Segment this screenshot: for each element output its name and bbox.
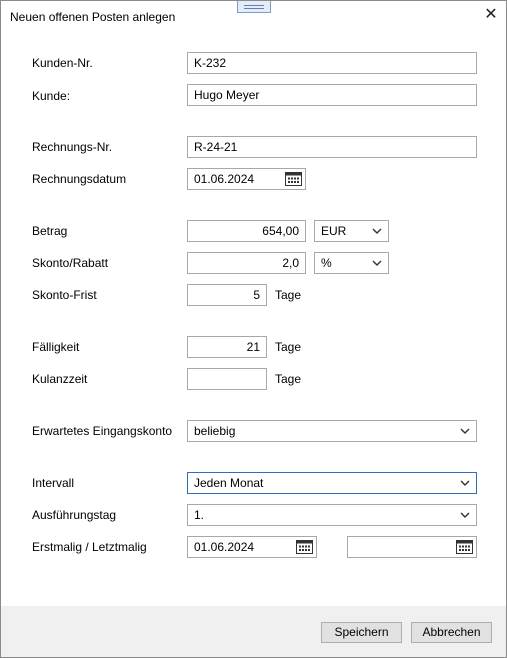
currency-select[interactable]: EUR [314,220,389,242]
label-eingangskonto: Erwartetes Eingangskonto [32,424,173,438]
rechnungsdatum-value: 01.06.2024 [194,172,255,186]
label-skonto: Skonto/Rabatt [32,256,109,270]
faelligkeit-unit: Tage [275,340,302,354]
kunden-nr-input[interactable]: K-232 [187,52,477,74]
skonto-unit-value: % [321,256,332,270]
erstmalig-value: 01.06.2024 [194,540,255,554]
label-kunden-nr: Kunden-Nr. [32,56,93,70]
label-rechnungsdatum: Rechnungsdatum [32,172,127,186]
calendar-icon[interactable] [456,540,473,554]
ausfuehrungstag-select[interactable]: 1. [187,504,477,526]
label-kunde: Kunde: [32,89,71,103]
label-ausfuehrungstag: Ausführungstag [32,508,117,522]
skonto-input[interactable]: 2,0 [187,252,306,274]
chevron-down-icon [372,228,382,234]
calendar-icon[interactable] [296,540,313,554]
rechnungs-nr-input[interactable]: R-24-21 [187,136,477,158]
intervall-value: Jeden Monat [194,476,264,490]
chevron-down-icon [460,480,470,486]
label-kulanzzeit: Kulanzzeit [32,372,88,386]
chevron-down-icon [372,260,382,266]
kunde-input[interactable]: Hugo Meyer [187,84,477,106]
skonto-unit-select[interactable]: % [314,252,389,274]
dialog-title: Neuen offenen Posten anlegen [10,10,176,24]
label-betrag: Betrag [32,224,68,238]
label-rechnungs-nr: Rechnungs-Nr. [32,140,113,154]
ausfuehrungstag-value: 1. [194,508,205,522]
close-icon[interactable]: ✕ [483,7,499,23]
faelligkeit-input[interactable]: 21 [187,336,267,358]
skonto-frist-input[interactable]: 5 [187,284,267,306]
erstmalig-date-input[interactable]: 01.06.2024 [187,536,317,558]
label-intervall: Intervall [32,476,75,490]
eingangskonto-value: beliebig [194,424,236,438]
chevron-down-icon [460,512,470,518]
currency-value: EUR [321,224,347,238]
cancel-button[interactable]: Abbrechen [411,622,492,643]
dialog-window: Neuen offenen Posten anlegen ✕ Kunden-Nr… [0,0,507,658]
skonto-frist-unit: Tage [275,288,302,302]
label-erst-letztmalig: Erstmalig / Letztmalig [32,540,147,554]
label-skonto-frist: Skonto-Frist [32,288,97,302]
drag-handle[interactable] [237,1,271,13]
label-faelligkeit: Fälligkeit [32,340,80,354]
kulanzzeit-unit: Tage [275,372,302,386]
eingangskonto-select[interactable]: beliebig [187,420,477,442]
betrag-input[interactable]: 654,00 [187,220,306,242]
save-button[interactable]: Speichern [321,622,402,643]
intervall-select[interactable]: Jeden Monat [187,472,477,494]
rechnungsdatum-input[interactable]: 01.06.2024 [187,168,306,190]
calendar-icon[interactable] [285,172,302,186]
dialog-footer: Speichern Abbrechen [1,606,506,657]
letztmalig-date-input[interactable] [347,536,477,558]
chevron-down-icon [460,428,470,434]
kulanzzeit-input[interactable] [187,368,267,390]
